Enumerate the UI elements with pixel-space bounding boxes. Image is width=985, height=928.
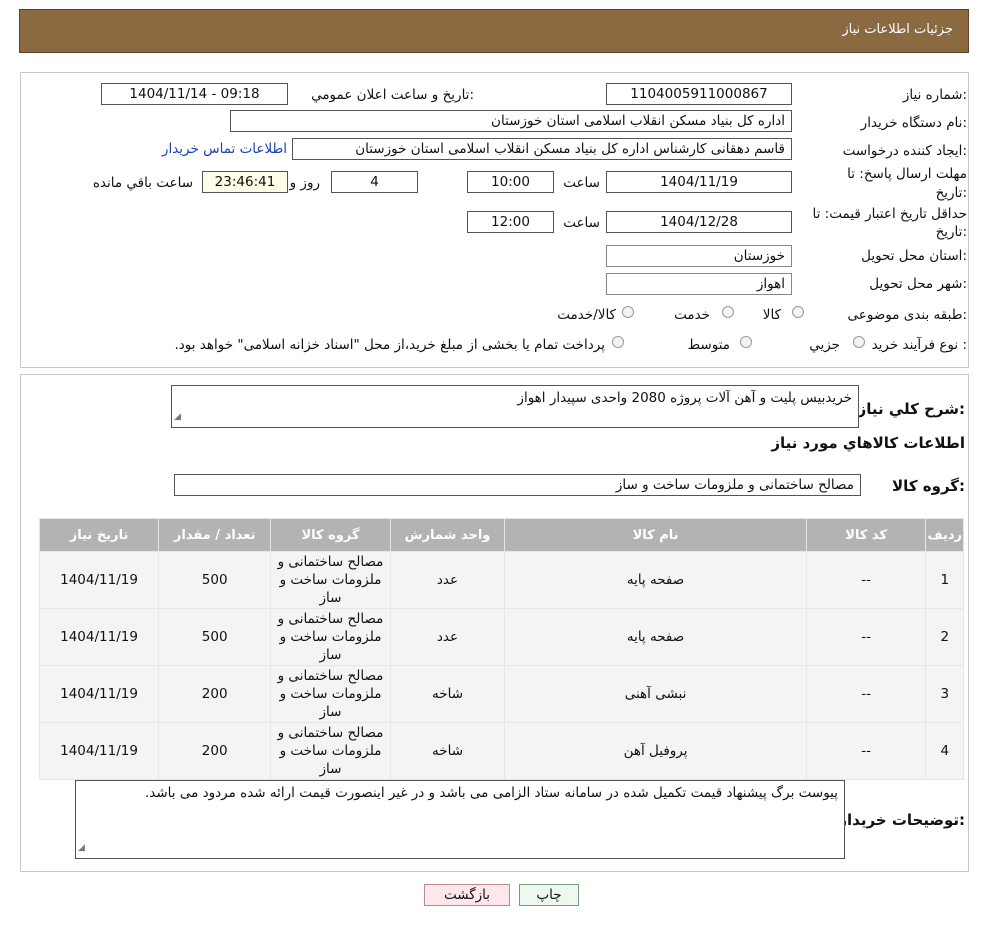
- group-field: مصالح ساختمانی و ملزومات ساخت و ساز: [174, 474, 861, 496]
- table-row: 2 -- صفحه پایه عدد مصالح ساختمانی و ملزو…: [40, 609, 963, 665]
- process-label: نوع فرآيند خريد :: [871, 337, 967, 353]
- process-radio-minor[interactable]: [853, 336, 865, 348]
- category-radio-service[interactable]: [722, 306, 734, 318]
- city-label: شهر محل تحويل:: [869, 276, 967, 292]
- page-header: جزئیات اطلاعات نیاز: [19, 9, 969, 53]
- cell-group: مصالح ساختمانی و ملزومات ساخت و ساز: [271, 552, 390, 608]
- cell-quantity: 500: [159, 552, 271, 608]
- group-label: گروه کالا:: [892, 477, 965, 495]
- buyer-label: نام دستگاه خريدار:: [860, 115, 967, 131]
- deadline-label: مهلت ارسال پاسخ: تا: [847, 166, 967, 182]
- cell-unit: شاخه: [390, 723, 505, 779]
- cell-unit: عدد: [390, 609, 505, 665]
- cell-date: 1404/11/19: [40, 666, 159, 722]
- remaining-days-field: 4: [331, 171, 418, 193]
- col-header-code: کد کالا: [806, 519, 926, 551]
- process-radio-medium[interactable]: [740, 336, 752, 348]
- cell-row-number: 4: [926, 723, 963, 779]
- cell-code: --: [806, 723, 926, 779]
- cell-group: مصالح ساختمانی و ملزومات ساخت و ساز: [271, 609, 390, 665]
- category-option-goods-service: کالا/خدمت: [557, 307, 616, 323]
- validity-time-field: 12:00: [467, 211, 554, 233]
- category-option-service: خدمت: [674, 307, 710, 323]
- cell-quantity: 200: [159, 723, 271, 779]
- items-table: رديف کد کالا نام کالا واحد شمارش گروه کا…: [39, 518, 964, 780]
- validity-label: حداقل تاريخ اعتبار قيمت: تا: [812, 206, 967, 222]
- col-header-quantity: تعداد / مقدار: [159, 519, 271, 551]
- cell-quantity: 200: [159, 666, 271, 722]
- need-number-field: 1104005911000867: [606, 83, 792, 105]
- notes-text: پیوست برگ پیشنهاد قیمت تکمیل شده در ساما…: [144, 785, 838, 801]
- cell-group: مصالح ساختمانی و ملزومات ساخت و ساز: [271, 666, 390, 722]
- announce-field: 1404/11/14 - 09:18: [101, 83, 288, 105]
- col-header-name: نام کالا: [505, 519, 806, 551]
- col-header-unit: واحد شمارش: [390, 519, 505, 551]
- cell-name: صفحه پایه: [505, 552, 806, 608]
- resize-grip-icon[interactable]: ◢: [78, 839, 85, 857]
- table-header-row: رديف کد کالا نام کالا واحد شمارش گروه کا…: [40, 519, 963, 551]
- province-label: استان محل تحويل:: [861, 248, 967, 264]
- page-title: جزئیات اطلاعات نیاز: [842, 22, 953, 37]
- category-radio-goods-service[interactable]: [622, 306, 634, 318]
- cell-code: --: [806, 609, 926, 665]
- validity-hour-label: ساعت: [563, 215, 600, 231]
- process-option-minor: جزيي: [809, 337, 840, 353]
- print-button[interactable]: چاپ: [519, 884, 579, 906]
- cell-unit: عدد: [390, 552, 505, 608]
- cell-name: پروفیل آهن: [505, 723, 806, 779]
- summary-text: خریدبیس پلیت و آهن آلات پروژه 2080 واحدی…: [517, 390, 852, 406]
- notes-textarea[interactable]: پیوست برگ پیشنهاد قیمت تکمیل شده در ساما…: [75, 780, 845, 859]
- cell-name: نبشی آهنی: [505, 666, 806, 722]
- table-row: 1 -- صفحه پایه عدد مصالح ساختمانی و ملزو…: [40, 552, 963, 608]
- creator-label: ايجاد کننده درخواست:: [842, 143, 967, 159]
- process-option-medium: متوسط: [687, 337, 730, 353]
- validity-date-field: 1404/12/28: [606, 211, 792, 233]
- cell-row-number: 1: [926, 552, 963, 608]
- cell-quantity: 500: [159, 609, 271, 665]
- validity-label-date: تاريخ:: [935, 224, 967, 240]
- notes-label: توضيحات خريدار:: [838, 811, 965, 829]
- cell-name: صفحه پایه: [505, 609, 806, 665]
- cell-group: مصالح ساختمانی و ملزومات ساخت و ساز: [271, 723, 390, 779]
- table-row: 4 -- پروفیل آهن شاخه مصالح ساختمانی و مل…: [40, 723, 963, 779]
- cell-date: 1404/11/19: [40, 609, 159, 665]
- table-row: 3 -- نبشی آهنی شاخه مصالح ساختمانی و ملز…: [40, 666, 963, 722]
- need-number-label: شماره نیاز:: [902, 87, 967, 103]
- cell-unit: شاخه: [390, 666, 505, 722]
- back-button[interactable]: بازگشت: [424, 884, 510, 906]
- col-header-date: تاريخ نياز: [40, 519, 159, 551]
- deadline-label-date: تاريخ:: [935, 185, 967, 201]
- deadline-date-field: 1404/11/19: [606, 171, 792, 193]
- deadline-hour-label: ساعت: [563, 175, 600, 191]
- summary-textarea[interactable]: خریدبیس پلیت و آهن آلات پروژه 2080 واحدی…: [171, 385, 859, 428]
- category-option-goods: کالا: [762, 307, 781, 323]
- cell-row-number: 3: [926, 666, 963, 722]
- remaining-time-field: 23:46:41: [202, 171, 288, 193]
- deadline-time-field: 10:00: [467, 171, 554, 193]
- buyer-contact-link[interactable]: اطلاعات تماس خريدار: [162, 141, 287, 157]
- cell-row-number: 2: [926, 609, 963, 665]
- col-header-group: گروه کالا: [271, 519, 390, 551]
- province-field: خوزستان: [606, 245, 792, 267]
- days-label: روز و: [289, 175, 320, 191]
- col-header-row-number: رديف: [926, 519, 963, 551]
- city-field: اهواز: [606, 273, 792, 295]
- process-note: پرداخت تمام یا بخشی از مبلغ خرید،از محل …: [174, 337, 605, 353]
- process-checkbox-treasury[interactable]: [612, 336, 624, 348]
- summary-label: شرح کلي نياز:: [857, 400, 965, 418]
- resize-grip-icon[interactable]: ◢: [174, 408, 181, 426]
- items-section-title: اطلاعات کالاهاي مورد نياز: [771, 434, 965, 452]
- cell-code: --: [806, 666, 926, 722]
- announce-label: تاريخ و ساعت اعلان عمومي:: [311, 87, 474, 103]
- category-label: طبقه بندی موضوعی:: [847, 307, 967, 323]
- cell-date: 1404/11/19: [40, 723, 159, 779]
- category-radio-goods[interactable]: [792, 306, 804, 318]
- creator-field: قاسم دهقانی کارشناس اداره کل بنیاد مسکن …: [292, 138, 792, 160]
- remaining-label: ساعت باقي مانده: [92, 175, 193, 191]
- buyer-field: اداره کل بنیاد مسکن انقلاب اسلامی استان …: [230, 110, 792, 132]
- cell-date: 1404/11/19: [40, 552, 159, 608]
- cell-code: --: [806, 552, 926, 608]
